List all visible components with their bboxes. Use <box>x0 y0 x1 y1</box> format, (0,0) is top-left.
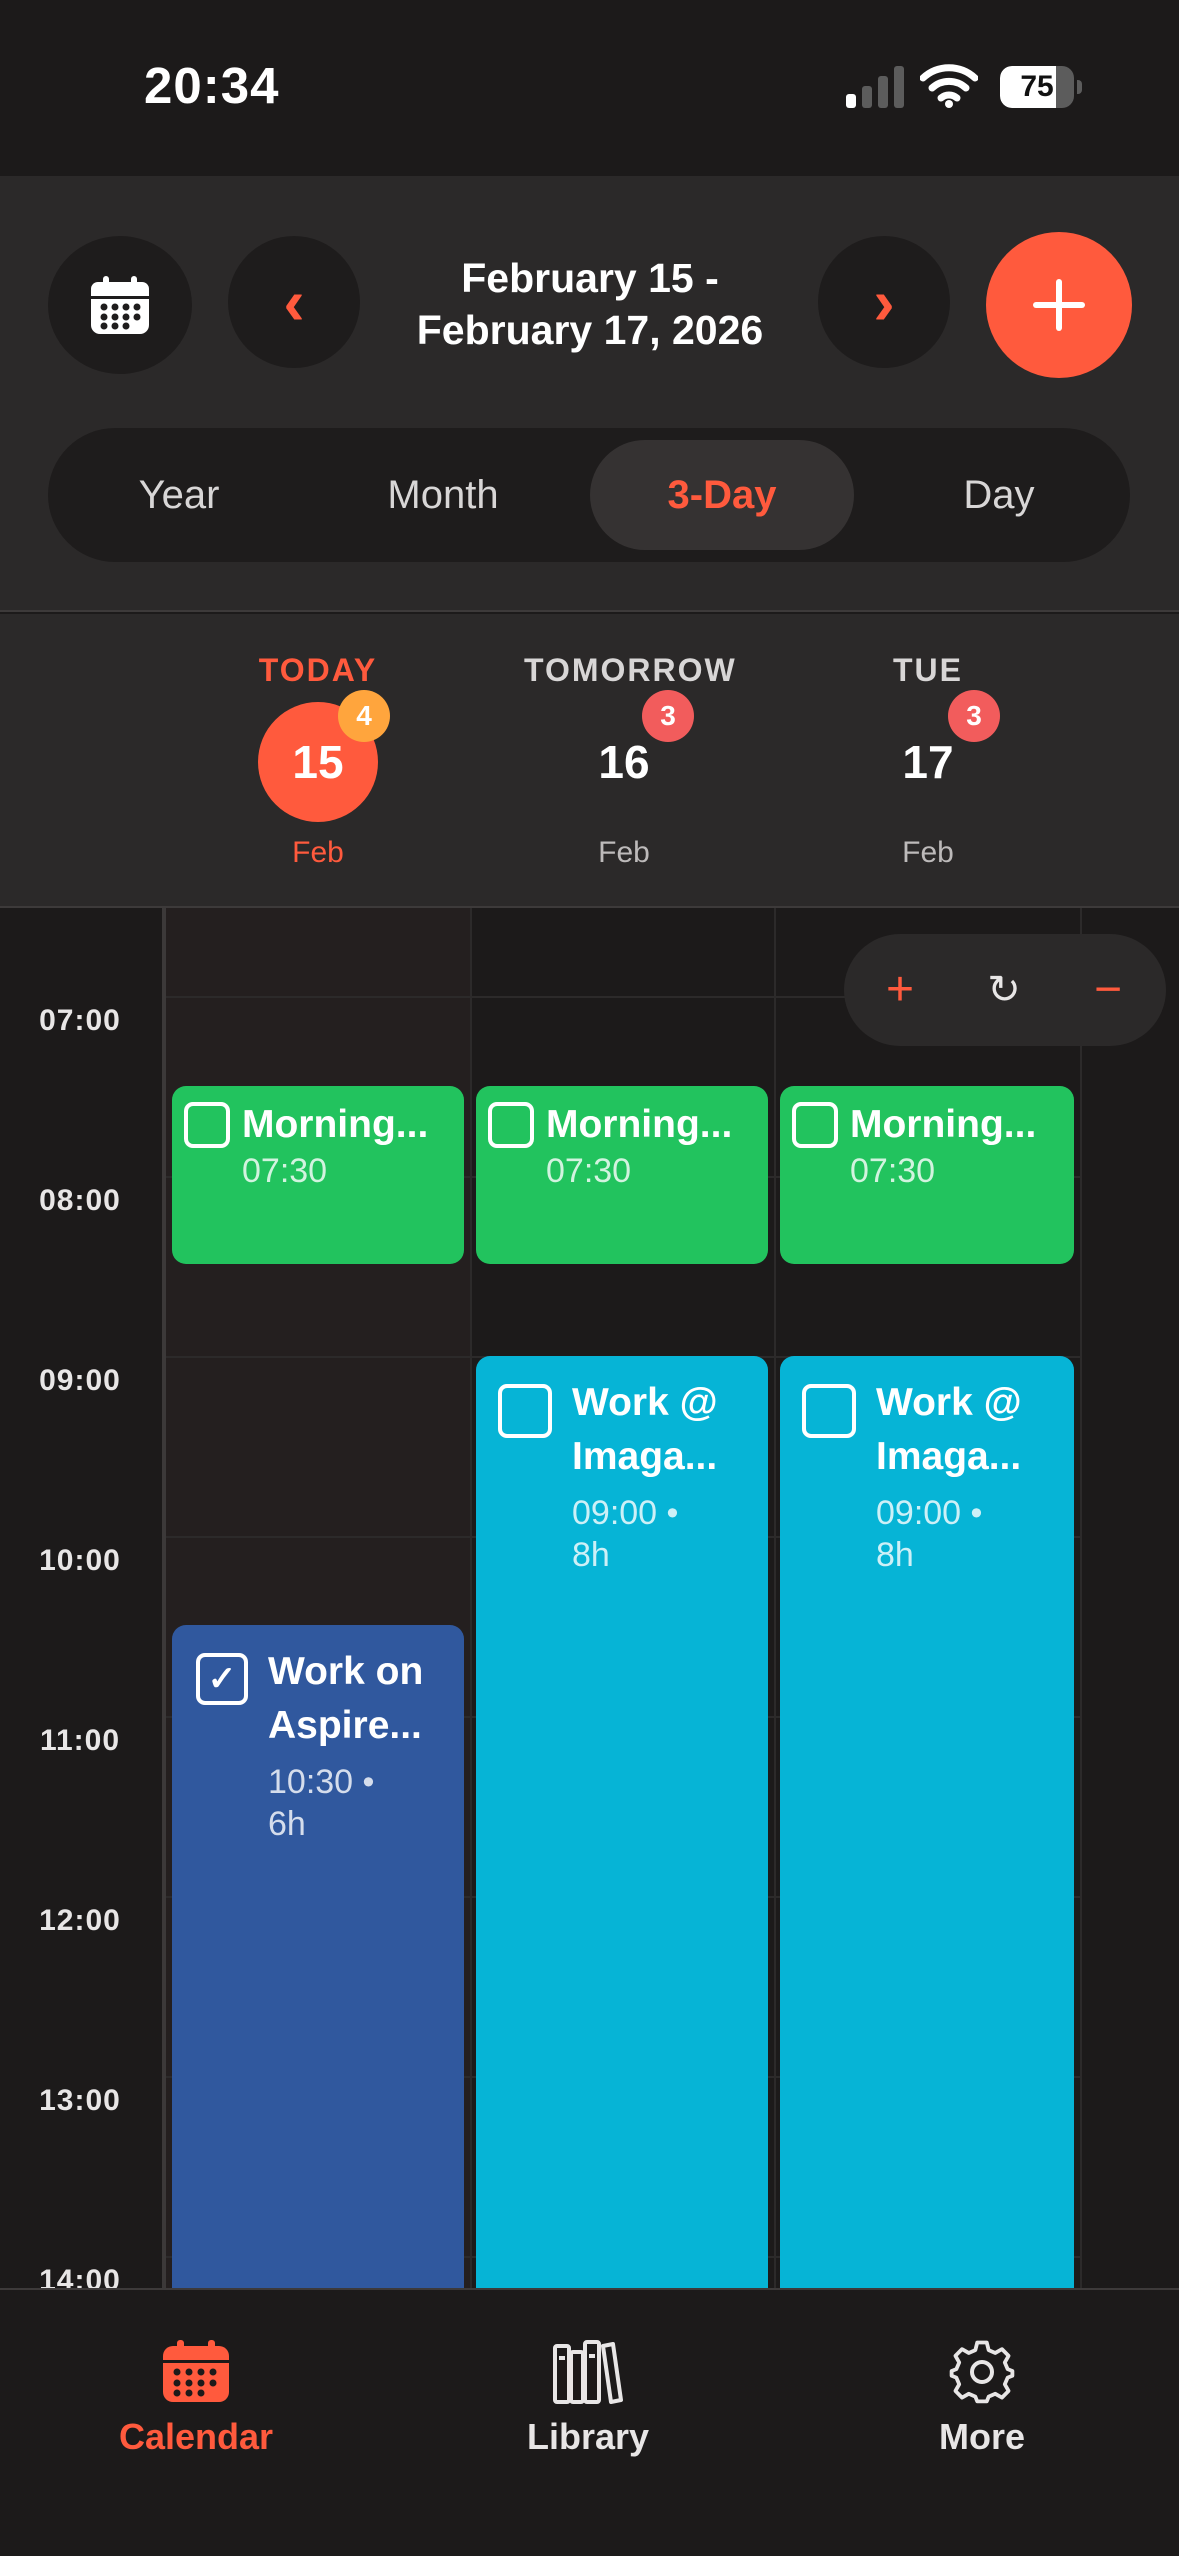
time-label: 09:00 <box>39 1364 121 1397</box>
tab-bar: Calendar Library More <box>0 2288 1179 2556</box>
zoom-controls: + ↻ − <box>844 934 1166 1046</box>
time-label: 07:00 <box>39 1004 121 1037</box>
chevron-right-icon: › <box>873 266 895 338</box>
zoom-in-button[interactable]: + <box>850 934 950 1046</box>
day-column-header-tue[interactable]: TUE 17 3 Feb <box>828 614 1028 908</box>
time-label: 12:00 <box>39 1904 121 1937</box>
event-morning-tomorrow[interactable]: Morning... 07:30 <box>476 1086 768 1264</box>
zoom-out-button[interactable]: − <box>1058 934 1158 1046</box>
event-count-badge: 4 <box>338 690 390 742</box>
tab-calendar[interactable]: Calendar <box>46 2338 346 2458</box>
event-morning-tue[interactable]: Morning... 07:30 <box>780 1086 1074 1264</box>
column-divider <box>470 908 472 2288</box>
day-label: TUE <box>893 652 963 688</box>
day-label: TODAY <box>258 652 378 688</box>
event-title: Morning... <box>242 1103 429 1146</box>
event-time: 07:30 <box>242 1152 328 1190</box>
event-time: 07:30 <box>850 1152 936 1190</box>
calendar-header: ‹ February 15 - February 17, 2026 › Year… <box>0 176 1179 612</box>
event-checkbox[interactable] <box>802 1384 856 1438</box>
calendar-icon <box>91 276 149 334</box>
view-option-day[interactable]: Day <box>884 440 1114 550</box>
view-option-year[interactable]: Year <box>64 440 294 550</box>
event-morning-today[interactable]: Morning... 07:30 <box>172 1086 464 1264</box>
battery-level: 75 <box>1020 70 1054 103</box>
event-time: 09:00 • <box>876 1494 983 1532</box>
event-checkbox-checked[interactable]: ✓ <box>196 1653 248 1705</box>
status-bar: 20:34 75 <box>0 0 1179 176</box>
day-column-header-tomorrow[interactable]: TOMORROW 16 3 Feb <box>524 614 737 908</box>
event-title-line2: Imaga... <box>876 1435 1022 1478</box>
tab-label: Library <box>526 2416 650 2457</box>
chevron-left-icon: ‹ <box>283 266 305 338</box>
event-work-imaga-tomorrow[interactable]: Work @ Imaga... 09:00 • 8h <box>476 1356 768 2288</box>
event-count-badge: 3 <box>948 690 1000 742</box>
date-range-title: February 15 - February 17, 2026 <box>390 252 790 356</box>
checkmark-icon: ✓ <box>207 1660 237 1698</box>
event-checkbox[interactable] <box>488 1102 534 1148</box>
date-range-start: February 15 - <box>461 255 719 301</box>
time-label: 08:00 <box>39 1184 121 1217</box>
time-label: 11:00 <box>39 1724 121 1757</box>
next-range-button[interactable]: › <box>818 236 950 368</box>
event-count-badge: 3 <box>642 690 694 742</box>
view-option-3-day[interactable]: 3-Day <box>590 440 854 550</box>
battery-icon: 75 <box>1000 66 1082 108</box>
event-title-line2: Aspire... <box>268 1704 422 1747</box>
event-duration: 8h <box>876 1536 914 1574</box>
tab-library[interactable]: Library <box>438 2338 738 2458</box>
column-divider <box>774 908 776 2288</box>
gear-icon <box>949 2340 1015 2404</box>
wifi-icon <box>920 64 978 108</box>
add-event-button[interactable] <box>986 232 1132 378</box>
reset-zoom-button[interactable]: ↻ <box>954 934 1054 1046</box>
day-column-header-today[interactable]: TODAY 15 4 Feb <box>218 614 418 908</box>
event-title: Work @ <box>572 1381 718 1424</box>
event-title: Morning... <box>546 1103 733 1146</box>
event-title-line2: Imaga... <box>572 1435 718 1478</box>
day-month: Feb <box>292 836 344 869</box>
event-time: 10:30 • <box>268 1763 375 1801</box>
view-switcher: Year Month 3-Day Day <box>48 428 1130 562</box>
previous-range-button[interactable]: ‹ <box>228 236 360 368</box>
event-title: Morning... <box>850 1103 1037 1146</box>
cellular-signal-icon <box>846 66 904 108</box>
books-icon <box>553 2340 623 2404</box>
event-title: Work on <box>268 1650 424 1693</box>
event-duration: 6h <box>268 1805 306 1843</box>
event-time: 09:00 • <box>572 1494 679 1532</box>
view-option-month[interactable]: Month <box>328 440 558 550</box>
day-month: Feb <box>902 836 954 869</box>
event-work-imaga-tue[interactable]: Work @ Imaga... 09:00 • 8h <box>780 1356 1074 2288</box>
day-header-row: TODAY 15 4 Feb TOMORROW 16 3 Feb TUE 17 … <box>0 614 1179 908</box>
event-time: 07:30 <box>546 1152 632 1190</box>
event-duration: 8h <box>572 1536 610 1574</box>
day-label: TOMORROW <box>524 652 737 688</box>
event-title: Work @ <box>876 1381 1022 1424</box>
day-month: Feb <box>598 836 650 869</box>
event-checkbox[interactable] <box>498 1384 552 1438</box>
event-work-on-aspire[interactable]: ✓ Work on Aspire... 10:30 • 6h <box>172 1625 464 2288</box>
event-checkbox[interactable] <box>792 1102 838 1148</box>
status-time: 20:34 <box>144 57 280 114</box>
calendar-picker-button[interactable] <box>48 236 192 374</box>
tab-more[interactable]: More <box>832 2338 1132 2458</box>
timeline-grid[interactable]: 07:00 08:00 09:00 10:00 11:00 12:00 13:0… <box>0 908 1179 2288</box>
time-gutter-divider <box>162 908 166 2288</box>
date-range-end: February 17, 2026 <box>416 307 764 353</box>
tab-label: Calendar <box>118 2416 274 2457</box>
plus-icon <box>1033 279 1085 331</box>
event-checkbox[interactable] <box>184 1102 230 1148</box>
time-label: 10:00 <box>39 1544 121 1577</box>
column-divider <box>1080 908 1082 2288</box>
time-label: 13:00 <box>39 2084 121 2117</box>
calendar-icon <box>163 2340 229 2402</box>
tab-label: More <box>938 2416 1025 2457</box>
time-label: 14:00 <box>39 2264 121 2288</box>
